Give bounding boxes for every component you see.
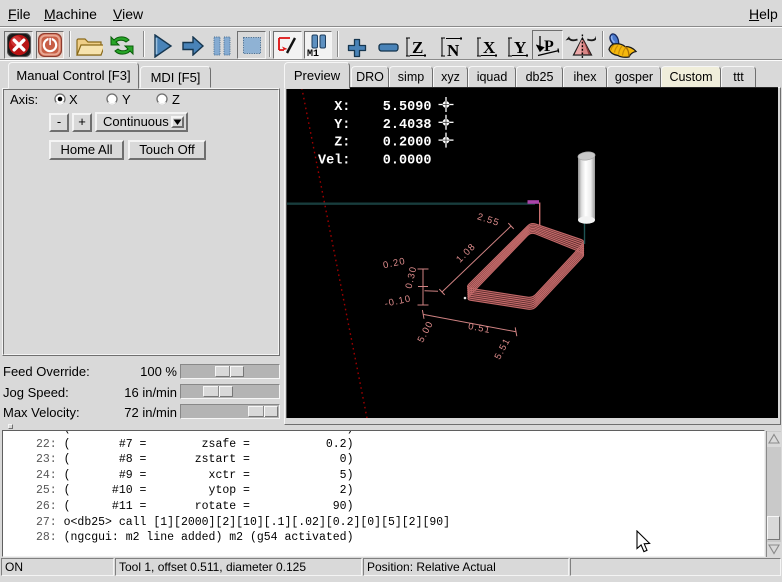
svg-text:Y: 2.4038: Y: 2.4038: [318, 118, 431, 133]
svg-text:M1: M1: [307, 49, 319, 57]
svg-text:Z: 0.2000: Z: 0.2000: [318, 136, 431, 151]
svg-text:X: X: [483, 38, 496, 57]
svg-text:Vel: 0.0000: Vel: 0.0000: [318, 153, 431, 168]
svg-text:N: N: [447, 41, 460, 58]
svg-text:Z: Z: [412, 38, 423, 57]
svg-text:X: 5.5090: X: 5.5090: [318, 100, 431, 115]
svg-text:Y: Y: [514, 38, 526, 57]
